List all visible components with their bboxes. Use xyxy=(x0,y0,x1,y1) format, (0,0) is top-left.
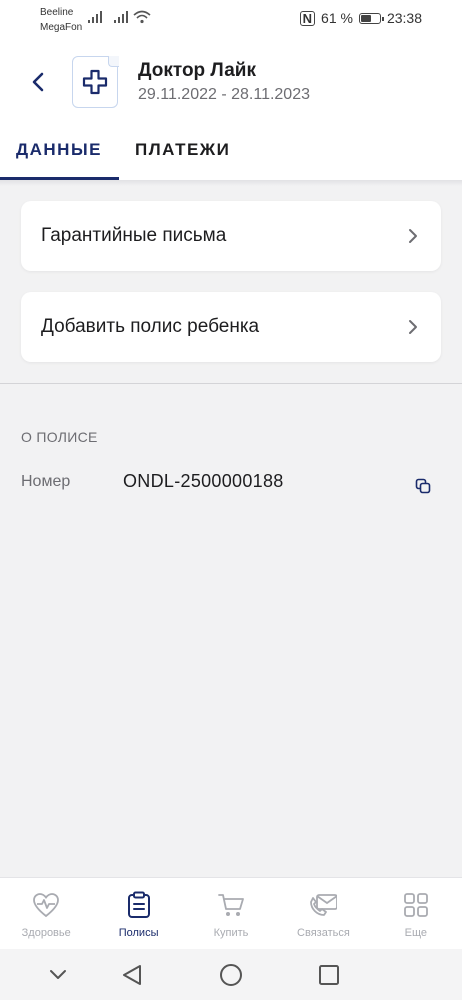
chevron-left-icon xyxy=(32,72,44,92)
signal-icon xyxy=(114,11,128,23)
nav-label: Связаться xyxy=(297,927,350,939)
copy-button[interactable] xyxy=(413,476,433,496)
chevron-right-icon xyxy=(405,228,421,244)
policy-number-value: ONDL-2500000188 xyxy=(123,471,284,491)
grid-icon xyxy=(402,891,430,919)
status-bar: Beeline MegaFon N 61 % 23:38 xyxy=(0,0,462,38)
nav-policies[interactable]: Полисы xyxy=(92,878,184,949)
chevron-down-icon xyxy=(50,970,66,979)
square-recents-icon xyxy=(319,965,339,985)
wifi-icon xyxy=(133,10,151,24)
nav-label: Купить xyxy=(213,927,249,939)
nfc-icon: N xyxy=(299,10,316,26)
nav-more[interactable]: Еще xyxy=(370,878,462,949)
add-child-policy-card[interactable]: Добавить полис ребенка xyxy=(21,292,441,362)
nav-buy[interactable]: Купить xyxy=(185,878,277,949)
system-navigation-bar xyxy=(0,949,462,1000)
back-button[interactable] xyxy=(24,68,52,96)
header-shadow xyxy=(0,180,462,186)
battery-percent: 61 % xyxy=(321,10,353,26)
carrier-info: Beeline MegaFon xyxy=(40,5,82,35)
status-right: N 61 % 23:38 xyxy=(299,10,422,26)
header: Доктор Лайк 29.11.2022 - 28.11.2023 ДАНН… xyxy=(0,38,462,180)
system-recents-button[interactable] xyxy=(315,961,343,989)
carrier-2: MegaFon xyxy=(40,22,83,33)
nav-contact[interactable]: Связаться xyxy=(277,878,369,949)
copy-icon xyxy=(415,478,431,494)
circle-home-icon xyxy=(220,964,242,986)
tabs: ДАННЫЕ ПЛАТЕЖИ xyxy=(0,136,462,180)
guarantee-letters-card[interactable]: Гарантийные письма xyxy=(21,201,441,271)
nav-label: Здоровье xyxy=(21,927,71,939)
page-title: Доктор Лайк xyxy=(138,60,256,81)
battery-icon xyxy=(358,12,384,24)
divider xyxy=(0,383,462,384)
policy-number-label: Номер xyxy=(21,473,71,490)
signal-icon xyxy=(88,11,102,23)
medical-cross-icon xyxy=(82,69,108,95)
carrier-1: Beeline xyxy=(40,7,74,18)
policy-dates: 29.11.2022 - 28.11.2023 xyxy=(138,86,310,103)
nav-label: Еще xyxy=(404,927,428,939)
policy-icon xyxy=(125,891,153,919)
tab-payments[interactable]: ПЛАТЕЖИ xyxy=(135,140,230,160)
nav-label: Полисы xyxy=(118,927,159,939)
nav-health[interactable]: Здоровье xyxy=(0,878,92,949)
contact-icon xyxy=(309,891,338,919)
section-title: О ПОЛИСЕ xyxy=(21,429,98,445)
chevron-right-icon xyxy=(405,319,421,335)
system-home-button[interactable] xyxy=(217,961,245,989)
tab-data[interactable]: ДАННЫЕ xyxy=(16,140,102,160)
clock: 23:38 xyxy=(386,10,422,26)
card-label: Добавить полис ребенка xyxy=(41,316,260,337)
system-back-button[interactable] xyxy=(118,961,146,989)
health-icon xyxy=(32,891,60,919)
cart-icon xyxy=(217,891,245,919)
triangle-back-icon xyxy=(123,965,141,985)
policy-document-icon xyxy=(72,55,119,108)
bottom-navigation: Здоровье Полисы Купить Связаться Еще xyxy=(0,877,462,949)
hide-keyboard-button[interactable] xyxy=(44,961,72,989)
card-label: Гарантийные письма xyxy=(41,225,227,246)
